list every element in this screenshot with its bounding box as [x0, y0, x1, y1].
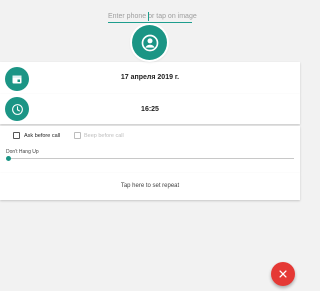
slider-thumb[interactable] — [5, 156, 11, 161]
hangup-slider[interactable] — [5, 156, 294, 161]
beep-before-call-label: Beep before call — [84, 133, 124, 139]
date-value: 17 апреля 2019 г. — [120, 74, 180, 81]
contact-picker-button[interactable] — [132, 25, 167, 60]
time-value: 16:25 — [141, 106, 159, 113]
repeat-label: Tap here to set repeat — [120, 183, 180, 189]
time-row[interactable]: 16:25 — [0, 94, 300, 124]
hangup-slider-label: Don't Hang Up — [6, 149, 39, 155]
close-icon — [279, 270, 287, 278]
ask-before-call-label: Ask before call — [24, 133, 61, 139]
beep-before-call-checkbox[interactable] — [74, 132, 81, 139]
options-panel: Ask before call Beep before call Don't H… — [0, 126, 300, 173]
date-row[interactable]: 17 апреля 2019 г. — [0, 62, 300, 94]
person-icon — [141, 34, 158, 51]
ask-before-call-checkbox[interactable] — [13, 132, 20, 139]
text-caret — [148, 12, 149, 21]
repeat-row[interactable]: Tap here to set repeat — [0, 173, 300, 200]
phone-input[interactable]: Enter phone or tap on image — [108, 13, 197, 23]
delete-fab-button[interactable] — [271, 262, 295, 286]
